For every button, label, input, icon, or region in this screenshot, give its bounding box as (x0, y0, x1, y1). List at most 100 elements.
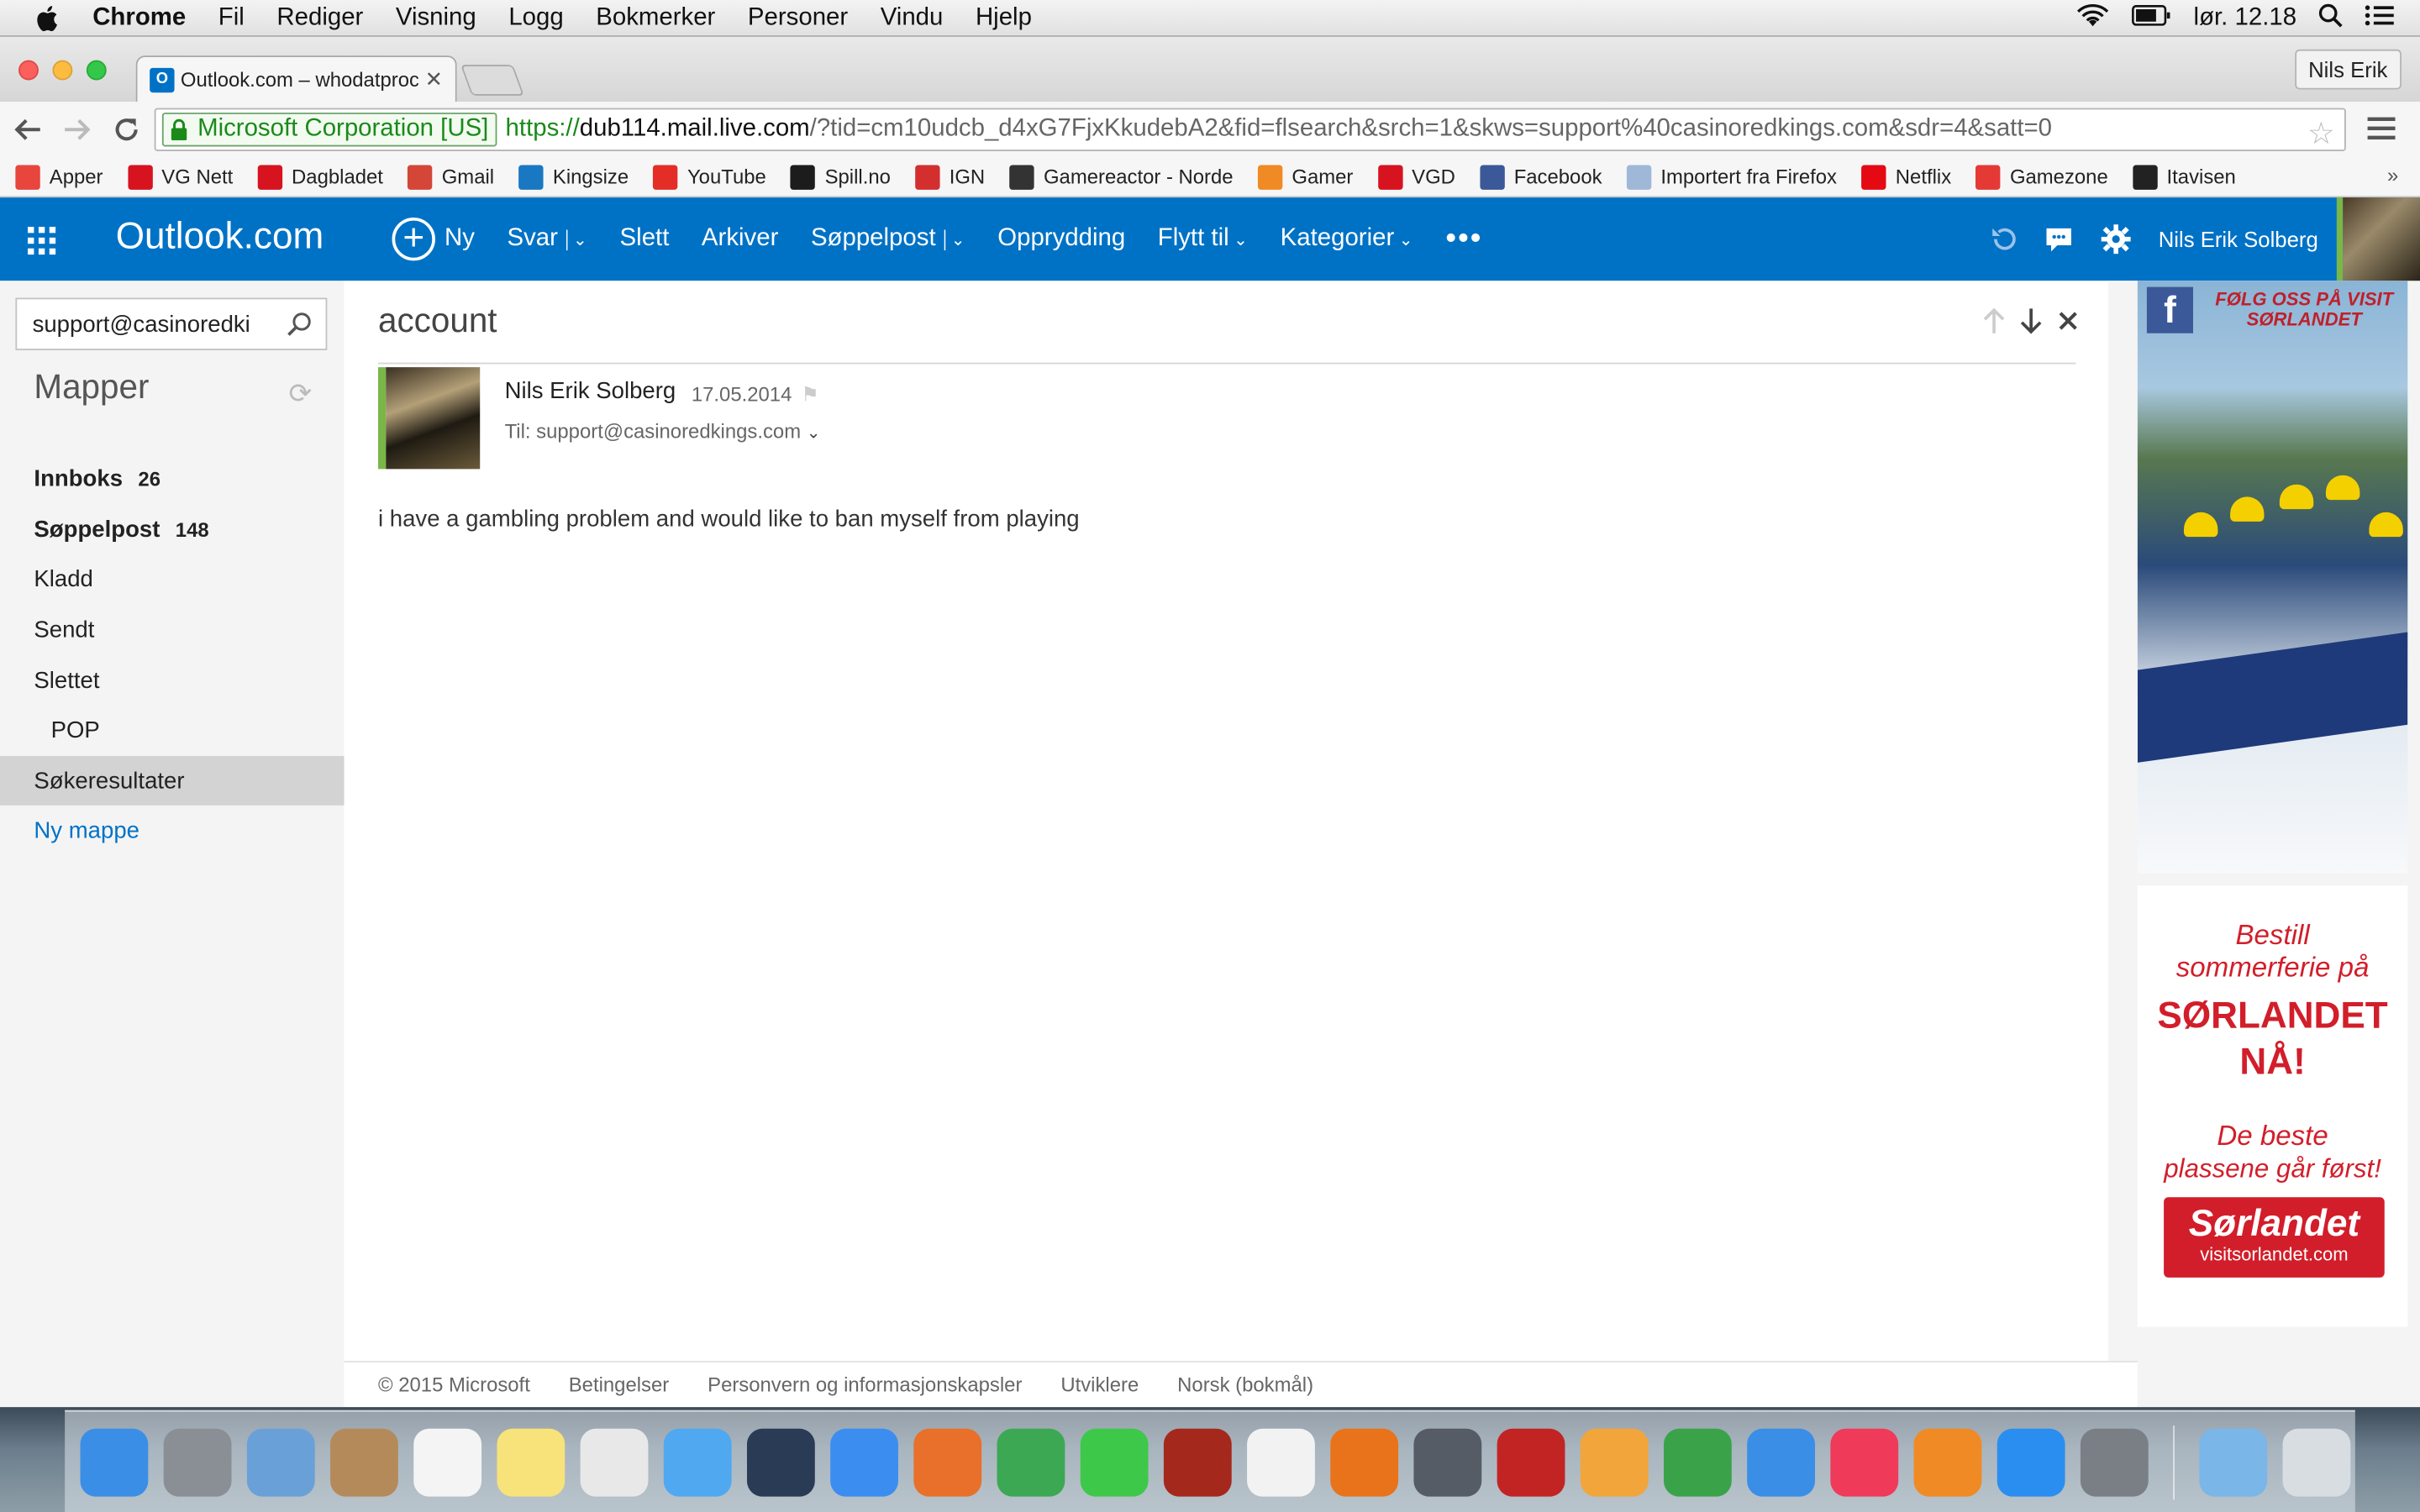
junk-button[interactable]: Søppelpost │⌄ (811, 225, 965, 253)
safari-icon[interactable] (830, 1427, 898, 1496)
keynote-icon[interactable] (1747, 1427, 1815, 1496)
expand-recipients-icon[interactable]: ⌄ (807, 424, 821, 443)
mpc-icon[interactable] (1497, 1427, 1565, 1496)
battery-icon[interactable] (2132, 4, 2172, 34)
avatar[interactable] (2336, 197, 2420, 281)
quicktime-icon[interactable] (746, 1427, 815, 1496)
folder-drafts[interactable]: Kladd (0, 554, 345, 603)
contacts-icon[interactable] (330, 1427, 398, 1496)
bookmark-item[interactable]: Dagbladet (257, 164, 383, 189)
arrow-up-icon[interactable] (1983, 307, 2005, 343)
minimize-window-button[interactable] (52, 60, 73, 81)
chevron-down-icon[interactable]: │⌄ (940, 229, 965, 249)
apple-icon[interactable] (34, 4, 61, 32)
bookmark-item[interactable]: Netflix (1861, 164, 1951, 189)
mail-icon[interactable] (246, 1427, 315, 1496)
close-icon[interactable] (2057, 310, 2079, 339)
messaging-icon[interactable] (2044, 225, 2072, 253)
bookmark-item[interactable]: Importert fra Firefox (1626, 164, 1837, 189)
search-input[interactable]: support@casinoredki (15, 297, 328, 350)
reply-button[interactable]: Svar │⌄ (507, 225, 587, 253)
folder-deleted[interactable]: Slettet (0, 656, 345, 706)
tab-outlook[interactable]: O Outlook.com – whodatproc ✕ (135, 55, 457, 102)
trash-icon[interactable] (2282, 1427, 2351, 1496)
archive-button[interactable]: Arkiver (702, 225, 778, 253)
wifi-icon[interactable] (2076, 3, 2110, 35)
ad-rafting-banner[interactable]: f FØLG OSS PÅ VISIT SØRLANDET (2137, 281, 2408, 874)
bookmarks-overflow-icon[interactable]: » (2387, 164, 2398, 187)
back-arrow-icon[interactable] (9, 111, 46, 148)
disk-utility-icon[interactable] (1413, 1427, 1482, 1496)
privacy-link[interactable]: Personvern og informasjonskapsler (708, 1373, 1022, 1397)
numbers-icon[interactable] (1663, 1427, 1732, 1496)
folder-inbox[interactable]: Innboks 26 (0, 454, 345, 503)
new-folder-link[interactable]: Ny mappe (0, 806, 345, 855)
folder-junk[interactable]: Søppelpost 148 (0, 505, 345, 554)
folder-search-results[interactable]: Søkeresultater (0, 755, 345, 806)
new-message-button[interactable]: + Ny (392, 217, 475, 261)
photos-icon[interactable] (1247, 1427, 1315, 1496)
app-store-icon[interactable] (1996, 1427, 2065, 1496)
move-to-button[interactable]: Flytt til ⌄ (1158, 225, 1248, 253)
arrow-down-icon[interactable] (2020, 307, 2042, 343)
messages-icon[interactable] (663, 1427, 732, 1496)
chrome-icon[interactable] (997, 1427, 1065, 1496)
ad-cta-button[interactable]: Sørlandet visitsorlandet.com (2164, 1197, 2385, 1278)
refresh-icon[interactable]: ⟳ (288, 378, 312, 411)
developers-link[interactable]: Utviklere (1060, 1373, 1139, 1397)
notification-center-icon[interactable] (2365, 3, 2396, 35)
bookmark-item[interactable]: VGD (1377, 164, 1455, 189)
sender-name[interactable]: Nils Erik Solberg (505, 378, 676, 404)
bookmark-item[interactable]: Itavisen (2133, 164, 2236, 189)
itunes-icon[interactable] (1830, 1427, 1899, 1496)
gear-icon[interactable] (2100, 223, 2131, 255)
tab-close-icon[interactable]: ✕ (425, 66, 444, 92)
menubar-clock[interactable]: lør. 12.18 (2194, 5, 2297, 33)
folder-pop[interactable]: POP (0, 705, 345, 754)
bookmark-star-icon[interactable]: ☆ (2307, 114, 2335, 150)
app-launcher-icon[interactable] (28, 226, 56, 255)
categories-button[interactable]: Kategorier ⌄ (1281, 225, 1413, 253)
pages-icon[interactable] (1580, 1427, 1649, 1496)
bookmark-item[interactable]: Kingsize (518, 164, 629, 189)
flag-icon[interactable]: ⚑ (801, 383, 818, 407)
search-icon[interactable] (286, 310, 313, 344)
menu-help[interactable]: Hjelp (976, 4, 1032, 32)
zoom-window-button[interactable] (86, 60, 107, 81)
menu-people[interactable]: Personer (748, 4, 848, 32)
ad-sorlandet-banner[interactable]: Bestill sommerferie på SØRLANDET NÅ! De … (2137, 885, 2408, 1327)
sweep-button[interactable]: Opprydding (997, 225, 1125, 253)
terms-link[interactable]: Betingelser (569, 1373, 669, 1397)
language-link[interactable]: Norsk (bokmål) (1177, 1373, 1313, 1397)
chrome-menu-icon[interactable] (2367, 116, 2396, 140)
bookmark-item[interactable]: YouTube (653, 164, 766, 189)
more-actions-icon[interactable]: ••• (1445, 222, 1482, 257)
undo-icon[interactable] (1989, 225, 2017, 253)
menu-window[interactable]: Vindu (881, 4, 944, 32)
photo-booth-icon[interactable] (1163, 1427, 1232, 1496)
facetime-icon[interactable] (1080, 1427, 1149, 1496)
bookmark-item[interactable]: Apper (15, 164, 103, 189)
sender-avatar[interactable] (377, 367, 481, 470)
outlook-logo[interactable]: Outlook.com (116, 216, 324, 259)
reason-icon[interactable] (1330, 1427, 1399, 1496)
adchoices-icon[interactable]: ▷ (2151, 1405, 2168, 1407)
bookmark-item[interactable]: VG Nett (127, 164, 233, 189)
advertisement[interactable]: f FØLG OSS PÅ VISIT SØRLANDET Bestill so… (2137, 281, 2420, 1408)
notes-icon[interactable] (497, 1427, 566, 1496)
profile-button[interactable]: Nils Erik (2294, 49, 2402, 90)
bookmark-item[interactable]: Gamereactor - Norde (1009, 164, 1234, 189)
user-name[interactable]: Nils Erik Solberg (2159, 227, 2318, 251)
bookmark-item[interactable]: IGN (915, 164, 985, 189)
reminders-icon[interactable] (580, 1427, 649, 1496)
menu-bookmarks[interactable]: Bokmerker (596, 4, 715, 32)
menu-app-name[interactable]: Chrome (92, 4, 186, 32)
menu-edit[interactable]: Rediger (276, 4, 363, 32)
bookmark-item[interactable]: Gmail (408, 164, 494, 189)
ibooks-icon[interactable] (1913, 1427, 1982, 1496)
bookmark-item[interactable]: Gamezone (1975, 164, 2108, 189)
address-bar[interactable]: Microsoft Corporation [US] https://dub11… (154, 108, 2346, 151)
finder-icon[interactable] (80, 1427, 149, 1496)
close-window-button[interactable] (18, 60, 39, 81)
delete-button[interactable]: Slett (620, 225, 670, 253)
